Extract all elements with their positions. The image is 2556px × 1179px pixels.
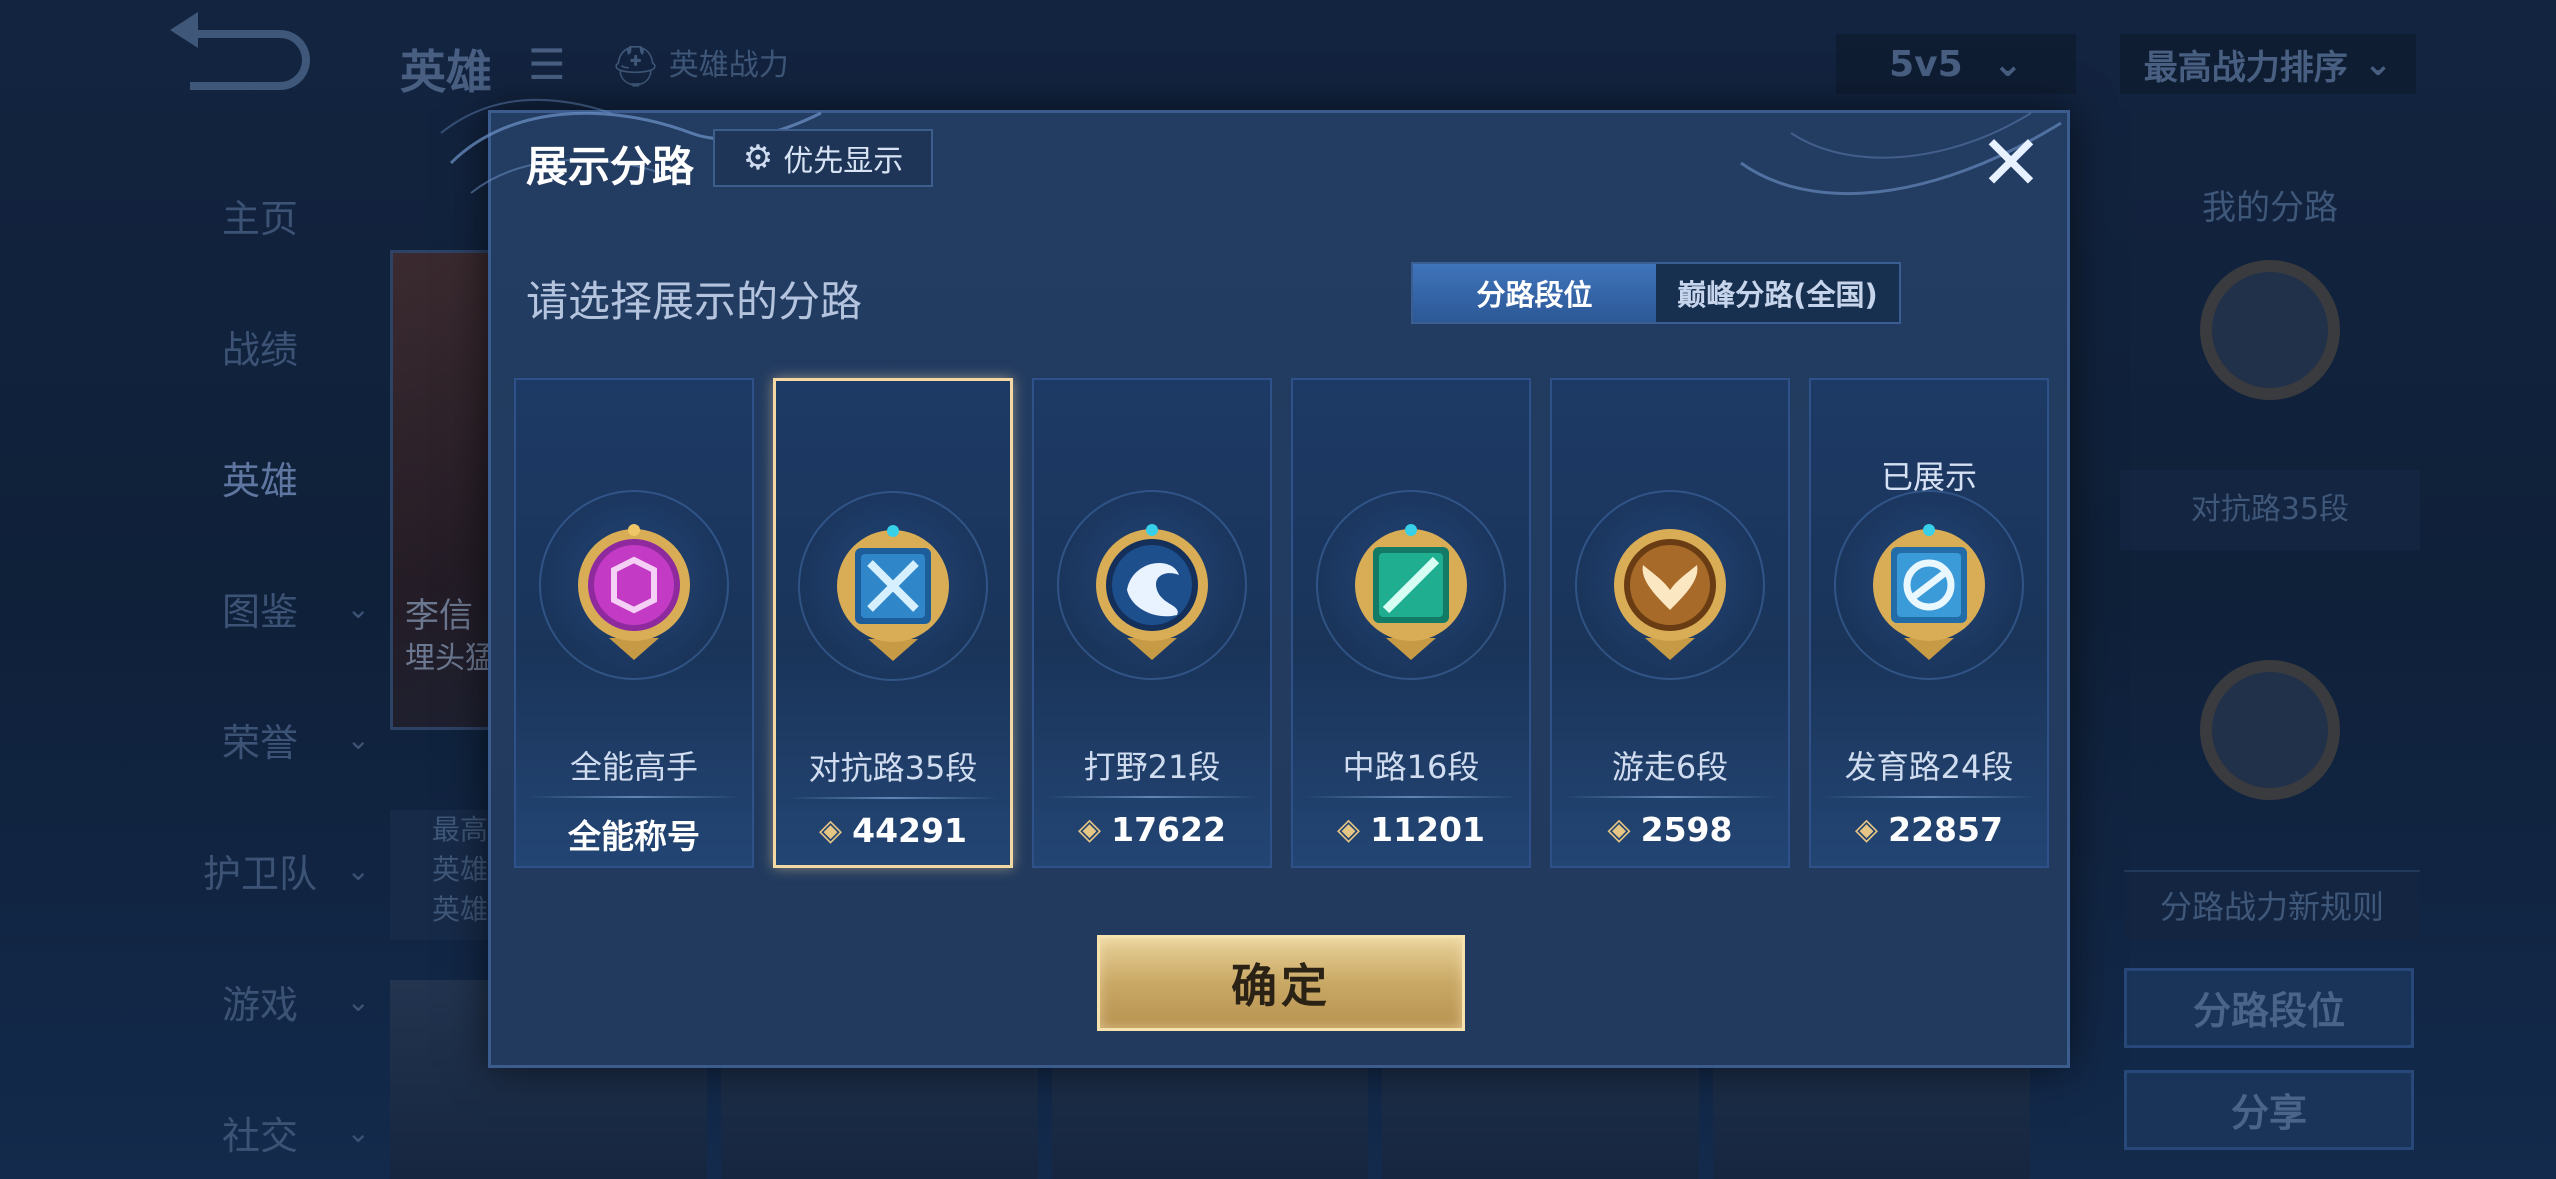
lane-score: ◈ 44291 — [776, 811, 1010, 850]
sidebar: 主页 战绩 英雄 图鉴 ⌄ 荣誉 ⌄ 护卫队 ⌄ 游戏 ⌄ 社交 ⌄ — [160, 150, 370, 1179]
sidebar-item-label: 战绩 — [221, 328, 298, 372]
lane-role: 游走6段 — [1611, 748, 1729, 786]
lane-card-farm[interactable]: 已展示 发育路24段 ◈ 22857 — [1809, 378, 2049, 868]
lane-display-dialog: 展示分路 ⚙ 优先显示 ✕ 请选择展示的分路 分路段位 巅峰分路(全国) 全能高… — [440, 98, 2070, 1068]
sidebar-item-label: 英雄 — [221, 459, 298, 503]
sidebar-item-label: 主页 — [221, 197, 298, 241]
power-icon: ◈ — [1607, 812, 1631, 847]
lane-score-value: 17622 — [1111, 810, 1226, 849]
lane-card-all-round[interactable]: 全能高手 全能称号 — [514, 378, 754, 868]
divider — [1305, 796, 1517, 798]
right-panel: 我的分路 对抗路35段 分路战力新规则 分路段位 分享 — [2110, 160, 2430, 1179]
lane-role: 发育路24段 — [1844, 748, 2014, 786]
divider — [1046, 796, 1258, 798]
lane-score-value: 22857 — [1888, 810, 2003, 849]
power-icon: ◈ — [1855, 812, 1879, 847]
sidebar-item-label: 社交 — [221, 1114, 298, 1158]
sidebar-item-games[interactable]: 游戏 ⌄ — [160, 936, 370, 1067]
power-icon: ◈ — [819, 813, 843, 848]
sort-select[interactable]: 最高战力排序 ⌄ — [2120, 34, 2416, 94]
dragon-icon — [1087, 520, 1217, 670]
sidebar-item-codex[interactable]: 图鉴 ⌄ — [160, 543, 370, 674]
chevron-down-icon: ⌄ — [346, 723, 370, 756]
power-icon: ◈ — [1337, 812, 1361, 847]
lane-score: 全能称号 — [516, 810, 752, 858]
lane-score-value: 44291 — [852, 811, 967, 850]
lane-card-list: 全能高手 全能称号 对抗路35段 ◈ 44291 打野21段 ◈ 17622 中… — [514, 378, 2050, 868]
dialog-header: 展示分路 ⚙ 优先显示 ✕ — [491, 113, 2067, 209]
chevron-down-icon: ⌄ — [1992, 43, 2023, 85]
lane-rank-button[interactable]: 分路段位 — [2124, 968, 2414, 1048]
lane-score-value: 11201 — [1370, 810, 1485, 849]
lane-score: ◈ 17622 — [1034, 810, 1270, 849]
sidebar-item-guard[interactable]: 护卫队 ⌄ — [160, 805, 370, 936]
dialog-subtitle: 请选择展示的分路 — [526, 277, 863, 326]
list-icon[interactable]: ☰ — [528, 40, 566, 89]
chevron-down-icon: ⌄ — [346, 854, 370, 887]
sidebar-item-label: 荣誉 — [221, 721, 298, 765]
my-lanes-title: 我的分路 — [2202, 188, 2338, 228]
page-title: 英雄 — [400, 45, 492, 99]
lane-role: 打野21段 — [1083, 748, 1221, 786]
sidebar-item-social[interactable]: 社交 ⌄ — [160, 1067, 370, 1179]
close-icon: ✕ — [1979, 118, 2043, 207]
priority-display-button[interactable]: ⚙ 优先显示 — [713, 129, 933, 187]
sidebar-item-label: 游戏 — [221, 983, 298, 1027]
crossed-swords-icon — [828, 521, 958, 671]
lane-badge-icon — [2200, 660, 2340, 800]
wings-icon — [1605, 520, 1735, 670]
lane-score: ◈ 11201 — [1293, 810, 1529, 849]
lane-label: 对抗路35段 — [2120, 470, 2420, 550]
divider — [528, 796, 740, 798]
chevron-down-icon: ⌄ — [346, 592, 370, 625]
back-arrow-icon[interactable] — [170, 12, 310, 90]
bow-icon — [1864, 520, 1994, 670]
sidebar-item-honor[interactable]: 荣誉 ⌄ — [160, 674, 370, 805]
lane-score-value: 全能称号 — [568, 817, 700, 856]
chevron-down-icon: ⌄ — [346, 985, 370, 1018]
tab-lane-rank[interactable]: 分路段位 — [1413, 264, 1656, 322]
divider — [1564, 796, 1776, 798]
lane-score: ◈ 2598 — [1552, 810, 1788, 849]
lane-role: 全能高手 — [569, 748, 698, 786]
lane-card-roam[interactable]: 游走6段 ◈ 2598 — [1550, 378, 1790, 868]
hero-title: 埋头猛 — [405, 641, 495, 676]
priority-display-label: 优先显示 — [783, 144, 904, 179]
share-button[interactable]: 分享 — [2124, 1070, 2414, 1150]
lane-card-mid[interactable]: 中路16段 ◈ 11201 — [1291, 378, 1531, 868]
tab-peak-lane[interactable]: 巅峰分路(全国) — [1656, 264, 1899, 322]
lane-role: 中路16段 — [1342, 748, 1480, 786]
hero-power-label: 英雄战力 — [668, 48, 789, 83]
lane-rules-link[interactable]: 分路战力新规则 — [2124, 870, 2420, 940]
confirm-button[interactable]: 确定 — [1097, 935, 1465, 1031]
lane-tabs: 分路段位 巅峰分路(全国) — [1411, 262, 1901, 324]
gear-icon: ⚙ — [742, 138, 774, 178]
sidebar-item-heroes[interactable]: 英雄 — [160, 412, 360, 543]
lane-badge-icon — [2200, 260, 2340, 400]
chevron-down-icon: ⌄ — [346, 1116, 370, 1149]
chevron-down-icon: ⌄ — [2363, 44, 2393, 84]
lane-card-clash[interactable]: 对抗路35段 ◈ 44291 — [773, 378, 1013, 868]
helmet-icon: ⛑ — [610, 44, 661, 90]
lane-card-jungle[interactable]: 打野21段 ◈ 17622 — [1032, 378, 1272, 868]
mode-select[interactable]: 5v5 ⌄ — [1836, 34, 2076, 94]
sort-value: 最高战力排序 — [2143, 47, 2348, 88]
hero-power-tab[interactable]: ⛑ 英雄战力 — [610, 40, 789, 90]
divider — [788, 797, 998, 799]
power-icon: ◈ — [1078, 812, 1102, 847]
lane-score-value: 2598 — [1640, 810, 1733, 849]
lane-role: 对抗路35段 — [808, 749, 978, 787]
dialog-title: 展示分路 — [526, 142, 695, 191]
staff-icon — [1346, 520, 1476, 670]
sidebar-item-label: 图鉴 — [221, 590, 298, 634]
sidebar-item-records[interactable]: 战绩 — [160, 281, 360, 412]
sidebar-item-home[interactable]: 主页 — [160, 150, 360, 281]
all-round-icon — [569, 520, 699, 670]
divider — [1823, 796, 2035, 798]
close-button[interactable]: ✕ — [1971, 123, 2051, 203]
hero-name: 李信 — [405, 596, 473, 636]
mode-value: 5v5 — [1889, 43, 1963, 85]
sidebar-item-label: 护卫队 — [202, 852, 317, 896]
lane-score: ◈ 22857 — [1811, 810, 2047, 849]
